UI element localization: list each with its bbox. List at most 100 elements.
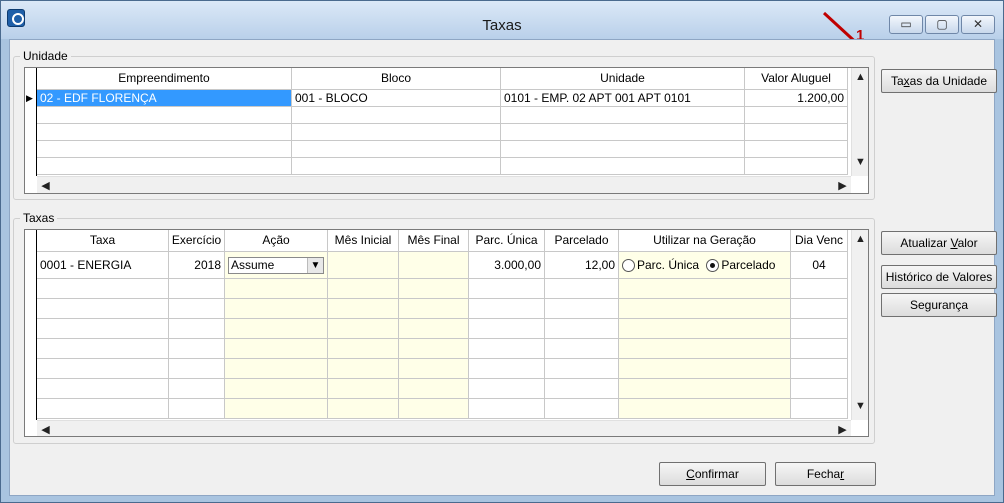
cell-parc-unica[interactable]: 3.000,00 <box>469 252 545 279</box>
empty-cell <box>37 379 169 399</box>
empty-cell <box>225 319 328 339</box>
empty-cell <box>469 359 545 379</box>
scroll-right-icon[interactable]: ▶ <box>834 179 851 192</box>
empty-cell <box>225 299 328 319</box>
empty-cell <box>399 379 469 399</box>
empty-cell <box>501 124 745 141</box>
empty-cell <box>328 339 399 359</box>
cell-taxa[interactable]: 0001 - ENERGIA <box>37 252 169 279</box>
empty-cell <box>225 359 328 379</box>
empty-cell <box>619 299 791 319</box>
empty-cell <box>37 359 169 379</box>
taxas-vertical-scrollbar[interactable]: ▲ ▼ <box>851 230 868 420</box>
scroll-left-icon[interactable]: ◀ <box>37 179 54 192</box>
col-taxa[interactable]: Taxa <box>37 230 169 252</box>
empty-cell <box>225 379 328 399</box>
unidade-horizontal-scrollbar[interactable]: ◀ ▶ <box>37 176 851 193</box>
empty-cell <box>37 319 169 339</box>
empty-cell <box>399 299 469 319</box>
table-row[interactable] <box>37 299 848 319</box>
chevron-down-icon[interactable]: ▼ <box>307 258 323 273</box>
fechar-button[interactable]: Fechar <box>775 462 876 486</box>
confirmar-button[interactable]: Confirmar <box>659 462 766 486</box>
cell-unidade[interactable]: 0101 - EMP. 02 APT 001 APT 0101 <box>501 90 745 107</box>
empty-cell <box>328 399 399 419</box>
scroll-up-icon[interactable]: ▲ <box>852 71 868 83</box>
table-row[interactable] <box>37 158 848 175</box>
cell-valor-aluguel[interactable]: 1.200,00 <box>745 90 848 107</box>
empty-cell <box>225 399 328 419</box>
close-icon[interactable]: ✕ <box>961 15 995 34</box>
button-accelerator: V <box>950 236 958 250</box>
col-empreendimento[interactable]: Empreendimento <box>37 68 292 90</box>
unidade-vertical-scrollbar[interactable]: ▲ ▼ <box>851 68 868 176</box>
unidade-grid[interactable]: ▶ Empreendimento Bloco Unidade Valor Alu… <box>24 67 869 194</box>
cell-dia-venc[interactable]: 04 <box>791 252 848 279</box>
empty-cell <box>545 359 619 379</box>
button-label: Histórico de Valores <box>885 270 993 284</box>
cell-mes-final[interactable] <box>399 252 469 279</box>
maximize-icon[interactable]: ▢ <box>925 15 959 34</box>
taxas-horizontal-scrollbar[interactable]: ◀ ▶ <box>37 420 851 436</box>
scroll-down-icon[interactable]: ▼ <box>852 156 868 168</box>
table-row[interactable] <box>37 279 848 299</box>
empty-cell <box>791 279 848 299</box>
cell-acao[interactable]: Assume ▼ <box>225 252 328 279</box>
col-unidade[interactable]: Unidade <box>501 68 745 90</box>
atualizar-valor-button[interactable]: Atualizar Valor <box>881 231 997 255</box>
cell-parcelado[interactable]: 12,00 <box>545 252 619 279</box>
empty-cell <box>399 359 469 379</box>
row-indicator-column: ▶ <box>25 68 37 176</box>
empty-cell <box>399 339 469 359</box>
col-mes-inicial[interactable]: Mês Inicial <box>328 230 399 252</box>
empty-cell <box>37 141 292 158</box>
empty-cell <box>619 339 791 359</box>
table-row[interactable] <box>37 319 848 339</box>
col-mes-final[interactable]: Mês Final <box>399 230 469 252</box>
acao-select[interactable]: Assume ▼ <box>228 257 324 274</box>
empty-cell <box>745 107 848 124</box>
col-acao[interactable]: Ação <box>225 230 328 252</box>
table-row[interactable] <box>37 379 848 399</box>
table-row[interactable]: 02 - EDF FLORENÇA 001 - BLOCO 0101 - EMP… <box>37 90 848 107</box>
empty-cell <box>328 379 399 399</box>
table-row[interactable] <box>37 359 848 379</box>
table-row[interactable] <box>37 339 848 359</box>
table-row[interactable] <box>37 107 848 124</box>
taxas-grid[interactable]: Taxa Exercício Ação Mês Inicial Mês Fina… <box>24 229 869 437</box>
radio-parcelado[interactable] <box>706 259 720 272</box>
col-utilizar-geracao[interactable]: Utilizar na Geração <box>619 230 791 252</box>
seguranca-button[interactable]: Segurança <box>881 293 997 317</box>
empty-cell <box>791 399 848 419</box>
empty-cell <box>37 339 169 359</box>
taxas-da-unidade-button[interactable]: Taxas da Unidade <box>881 69 997 93</box>
scroll-right-icon[interactable]: ▶ <box>834 423 851 436</box>
col-parc-unica[interactable]: Parc. Única <box>469 230 545 252</box>
button-label: Atualizar <box>900 236 951 250</box>
table-row[interactable] <box>37 399 848 419</box>
col-valor-aluguel[interactable]: Valor Aluguel <box>745 68 848 90</box>
cell-empreendimento[interactable]: 02 - EDF FLORENÇA <box>37 90 292 107</box>
table-row[interactable]: 0001 - ENERGIA 2018 Assume ▼ 3.000,00 12… <box>37 252 848 279</box>
empty-cell <box>469 319 545 339</box>
cell-bloco[interactable]: 001 - BLOCO <box>292 90 501 107</box>
unidade-grid-header: Empreendimento Bloco Unidade Valor Alugu… <box>37 68 848 90</box>
empty-cell <box>37 158 292 175</box>
historico-de-valores-button[interactable]: Histórico de Valores <box>881 265 997 289</box>
empty-cell <box>469 399 545 419</box>
empty-cell <box>619 279 791 299</box>
table-row[interactable] <box>37 124 848 141</box>
acao-selected-value: Assume <box>231 258 275 272</box>
empty-cell <box>292 107 501 124</box>
scroll-up-icon[interactable]: ▲ <box>852 233 868 245</box>
scroll-left-icon[interactable]: ◀ <box>37 423 54 436</box>
table-row[interactable] <box>37 141 848 158</box>
cell-exercicio[interactable]: 2018 <box>169 252 225 279</box>
cell-mes-inicial[interactable] <box>328 252 399 279</box>
col-parcelado[interactable]: Parcelado <box>545 230 619 252</box>
col-bloco[interactable]: Bloco <box>292 68 501 90</box>
col-exercicio[interactable]: Exercício <box>169 230 225 252</box>
radio-parc-unica[interactable] <box>622 259 635 272</box>
col-dia-venc[interactable]: Dia Venc <box>791 230 848 252</box>
scroll-down-icon[interactable]: ▼ <box>852 400 868 412</box>
